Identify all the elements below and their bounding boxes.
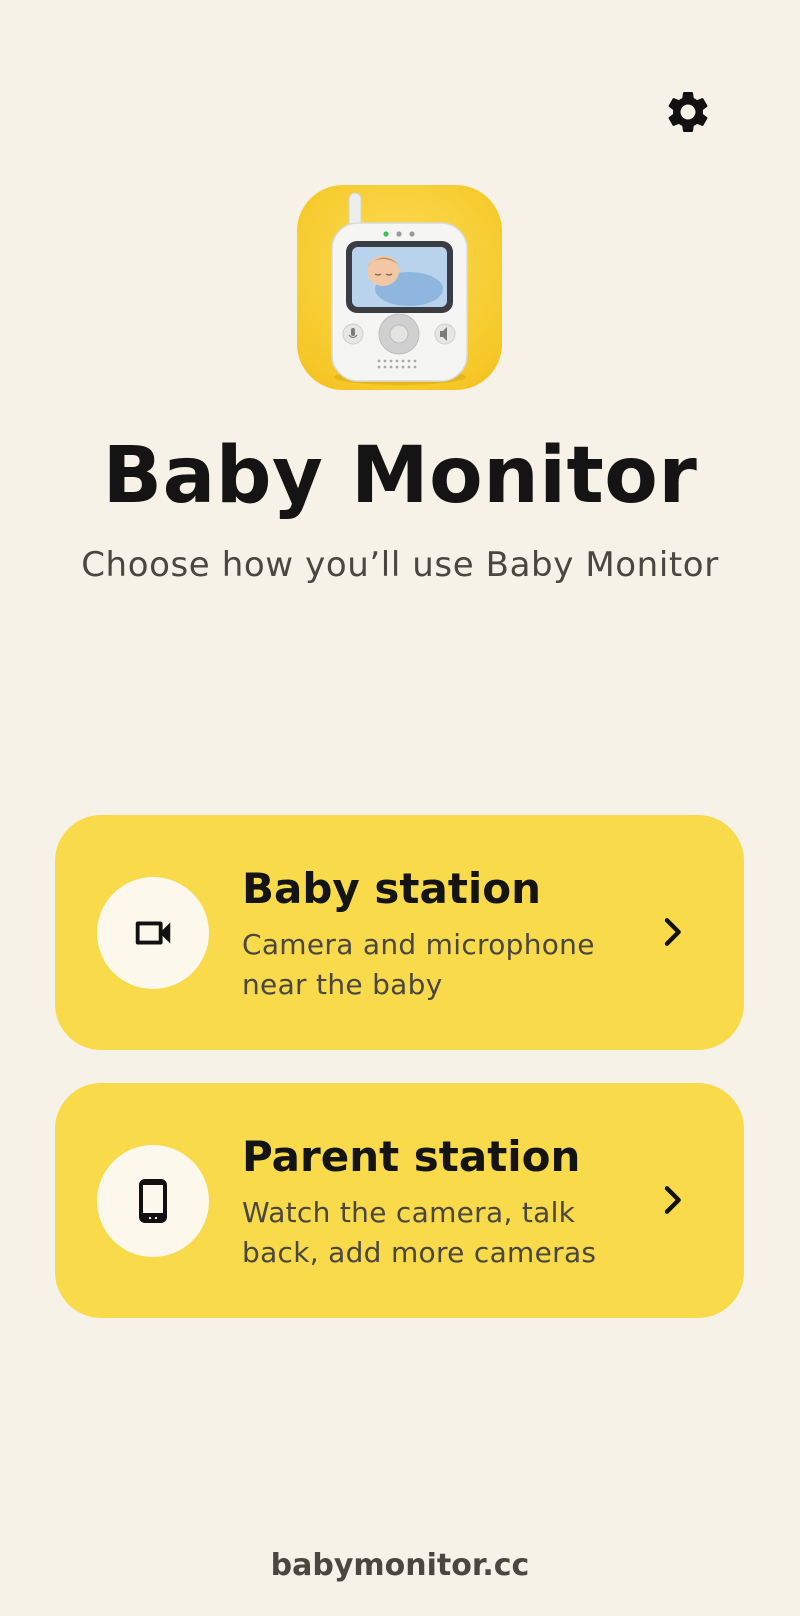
footer-link[interactable]: babymonitor.cc (0, 1544, 800, 1588)
app-title: Baby Monitor (102, 431, 698, 521)
smartphone-icon (139, 1179, 167, 1223)
baby-monitor-device-icon (331, 192, 468, 385)
settings-button[interactable] (660, 84, 716, 140)
chevron-right-icon (664, 1186, 681, 1214)
baby-station-title: Baby station (242, 864, 542, 913)
baby-station-description: Camera and microphone near the baby (242, 928, 595, 1001)
parent-station-button[interactable]: Parent station Watch the camera, talk ba… (55, 1083, 744, 1318)
parent-station-icon-circle (97, 1145, 209, 1257)
gear-icon (668, 91, 708, 132)
chevron-right-icon (664, 918, 681, 946)
app-logo (297, 185, 502, 390)
baby-station-icon-circle (97, 877, 209, 989)
video-camera-icon (135, 921, 171, 945)
app-subtitle: Choose how you’ll use Baby Monitor (81, 545, 719, 585)
parent-station-title: Parent station (242, 1132, 581, 1181)
baby-station-button[interactable]: Baby station Camera and microphone near … (55, 815, 744, 1050)
parent-station-description: Watch the camera, talk back, add more ca… (242, 1196, 597, 1269)
